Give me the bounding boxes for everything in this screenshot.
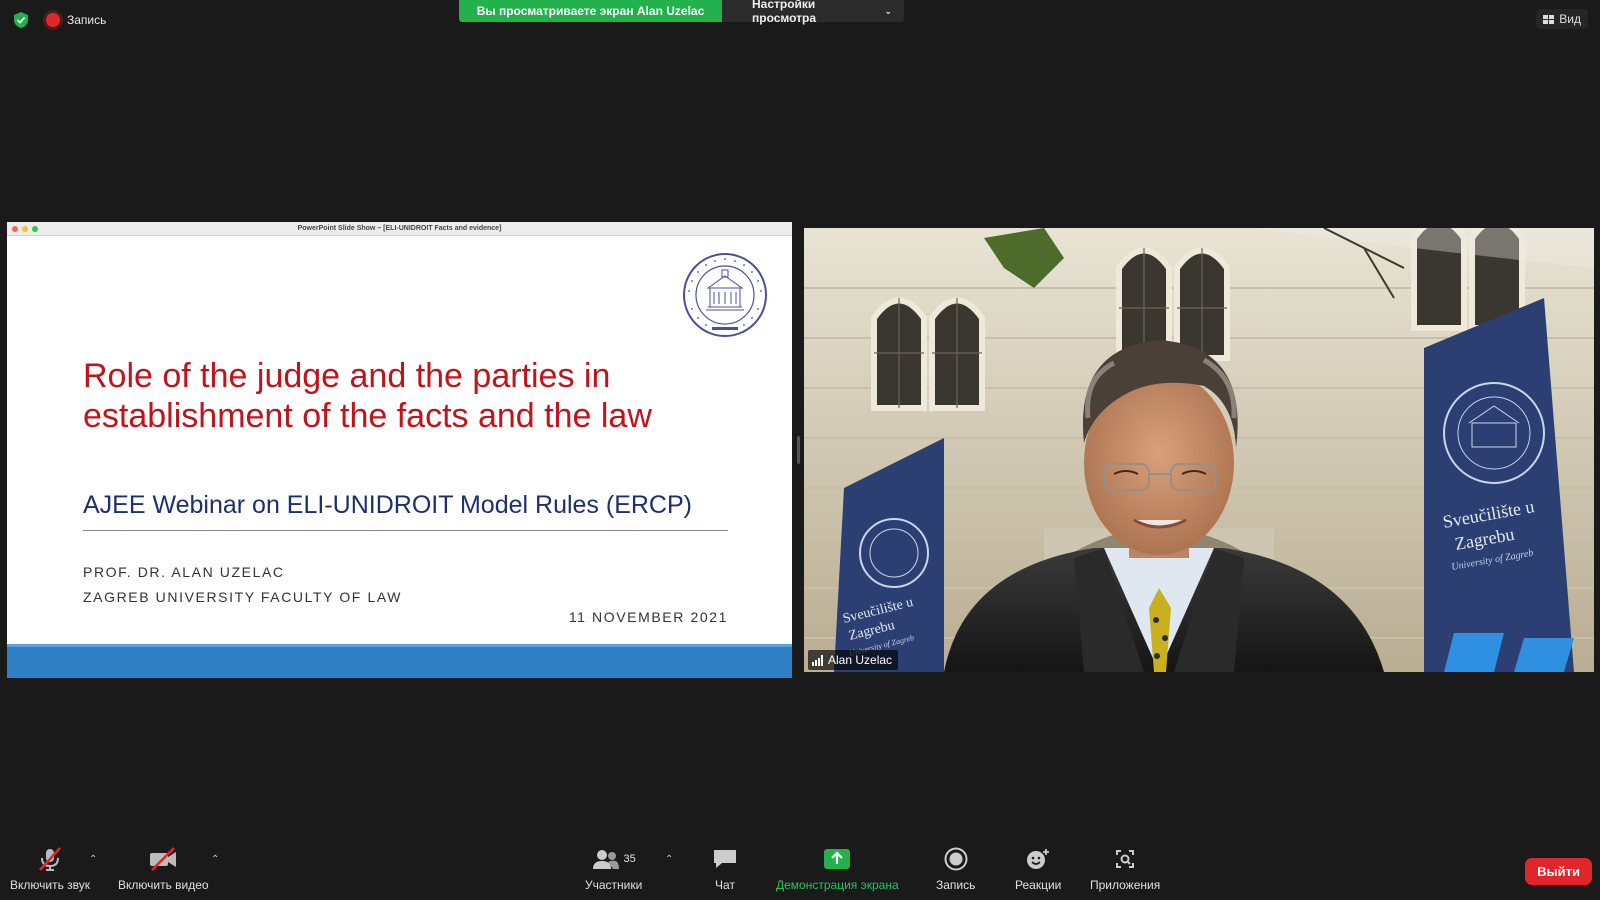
start-video-label: Включить видео <box>118 878 209 892</box>
participants-count: 35 <box>623 853 636 865</box>
viewing-screen-label: Вы просматриваете экран Alan Uzelac <box>459 0 722 22</box>
slideshow-titlebar: PowerPoint Slide Show – [ELI-UNIDROIT Fa… <box>7 222 792 236</box>
unmute-label: Включить звук <box>10 878 91 892</box>
participants-label: Участники <box>585 878 643 892</box>
recording-label: Запись <box>67 13 107 27</box>
share-screen-label: Демонстрация экрана <box>776 878 899 892</box>
author-name: PROF. DR. ALAN UZELAC <box>83 564 285 580</box>
top-left-status: Запись <box>12 11 112 29</box>
reactions-label: Реакции <box>1015 878 1062 892</box>
video-frame: Sveučilište u Zagrebu University of Zagr… <box>804 228 1594 672</box>
video-off-icon <box>148 846 178 872</box>
meeting-toolbar: Включить звук ⌃ Включить видео ⌃ 35 Учас… <box>0 842 1600 900</box>
slide-title: Role of the judge and the parties in est… <box>83 357 652 435</box>
author-affiliation: ZAGREB UNIVERSITY FACULTY OF LAW <box>83 589 403 605</box>
leave-meeting-button[interactable]: Выйти <box>1525 858 1592 885</box>
screen-share-banner: Вы просматриваете экран Alan Uzelac Наст… <box>459 0 904 25</box>
view-options-button[interactable]: Настройки просмотра ⌄ <box>722 0 904 25</box>
security-shield-icon[interactable] <box>12 11 30 29</box>
participants-options-caret-icon[interactable]: ⌃ <box>665 854 673 865</box>
participants-button[interactable]: 35 Участники <box>585 846 642 892</box>
participant-name-tag: Alan Uzelac <box>808 650 899 670</box>
slide-author: PROF. DR. ALAN UZELAC ZAGREB UNIVERSITY … <box>83 560 402 610</box>
reactions-smiley-icon <box>1025 846 1051 872</box>
split-view-handle[interactable] <box>797 436 800 464</box>
chat-bubble-icon <box>712 846 738 872</box>
shared-screen[interactable]: PowerPoint Slide Show – [ELI-UNIDROIT Fa… <box>7 222 792 678</box>
share-screen-button[interactable]: Демонстрация экрана <box>776 846 899 892</box>
presentation-slide: Role of the judge and the parties in est… <box>7 236 792 678</box>
view-options-label: Настройки просмотра <box>752 0 817 25</box>
slideshow-window-title: PowerPoint Slide Show – [ELI-UNIDROIT Fa… <box>297 225 502 232</box>
recording-dot-icon <box>46 13 60 27</box>
start-video-button[interactable]: Включить видео <box>118 846 209 892</box>
recording-indicator[interactable]: Запись <box>40 11 112 29</box>
unmute-button[interactable]: Включить звук <box>10 846 90 892</box>
share-screen-icon <box>823 846 851 872</box>
record-button[interactable]: Запись <box>936 846 975 892</box>
view-button[interactable]: Вид <box>1536 9 1588 29</box>
chat-label: Чат <box>715 878 735 892</box>
subtitle-divider <box>83 530 728 531</box>
participant-video[interactable]: Sveučilište u Zagrebu University of Zagr… <box>804 228 1594 672</box>
apps-button[interactable]: Приложения <box>1090 846 1160 892</box>
audio-options-caret-icon[interactable]: ⌃ <box>89 854 97 865</box>
signal-strength-icon <box>812 654 823 666</box>
apps-icon <box>1113 846 1137 872</box>
reactions-button[interactable]: Реакции <box>1015 846 1061 892</box>
grid-icon <box>1543 14 1555 24</box>
record-icon <box>944 846 968 872</box>
slide-subtitle: AJEE Webinar on ELI-UNIDROIT Model Rules… <box>83 491 692 519</box>
record-label: Запись <box>936 878 976 892</box>
microphone-muted-icon <box>37 846 63 872</box>
apps-label: Приложения <box>1090 878 1161 892</box>
chevron-down-icon: ⌄ <box>884 5 892 16</box>
video-options-caret-icon[interactable]: ⌃ <box>211 854 219 865</box>
view-button-label: Вид <box>1559 12 1581 26</box>
participant-name: Alan Uzelac <box>828 653 893 667</box>
slide-footer-bar <box>7 644 792 678</box>
slide-date: 11 NOVEMBER 2021 <box>568 609 728 625</box>
participants-icon: 35 <box>592 846 636 872</box>
chat-button[interactable]: Чат <box>712 846 738 892</box>
university-seal-logo <box>683 253 767 337</box>
